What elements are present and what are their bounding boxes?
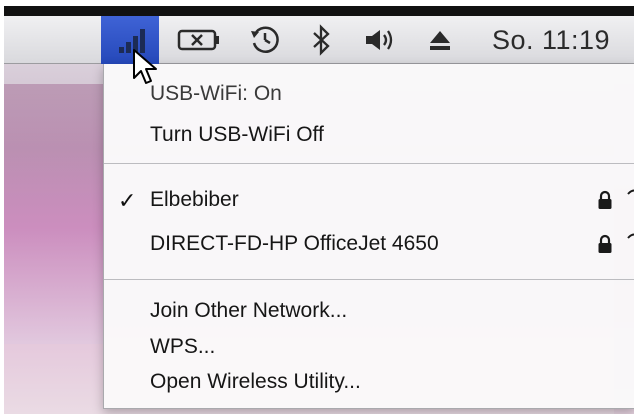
- mouse-cursor-icon: [133, 49, 157, 84]
- clock-menu-extra[interactable]: So. 11:19: [476, 16, 626, 64]
- join-other-network-item[interactable]: Join Other Network...: [104, 291, 634, 331]
- time-machine-menu-extra[interactable]: [240, 16, 290, 64]
- battery-icon: [177, 29, 219, 51]
- wifi-dropdown-menu: USB-WiFi: On Turn USB-WiFi Off ✓ Elbebib…: [103, 64, 634, 409]
- open-wireless-utility-label: Open Wireless Utility...: [150, 370, 361, 393]
- turn-wifi-off-item[interactable]: Turn USB-WiFi Off: [104, 115, 634, 155]
- open-wireless-utility-item[interactable]: Open Wireless Utility...: [104, 362, 634, 402]
- menu-separator: [104, 163, 634, 164]
- bluetooth-menu-extra[interactable]: [302, 16, 342, 64]
- checkmark-icon: ✓: [118, 188, 137, 213]
- wifi-status-item: USB-WiFi: On: [104, 74, 634, 114]
- signal-strength-icon: [627, 189, 634, 195]
- wps-label: WPS...: [150, 335, 216, 358]
- network-item-elbebiber[interactable]: ✓ Elbebiber: [104, 180, 634, 220]
- eject-icon: [430, 31, 450, 50]
- bluetooth-icon: [313, 24, 330, 56]
- time-machine-icon: [251, 26, 279, 53]
- desktop-wallpaper: [4, 84, 104, 344]
- join-other-network-label: Join Other Network...: [150, 299, 348, 322]
- turn-wifi-off-label: Turn USB-WiFi Off: [150, 123, 324, 146]
- network-name: DIRECT-FD-HP OfficeJet 4650: [150, 232, 439, 255]
- monitor-bezel: [4, 6, 634, 16]
- wifi-status-label: USB-WiFi: On: [150, 82, 282, 105]
- network-item-direct-fd-hp[interactable]: DIRECT-FD-HP OfficeJet 4650: [104, 224, 634, 264]
- clock-text: So. 11:19: [491, 24, 611, 55]
- wps-item[interactable]: WPS...: [104, 327, 634, 367]
- network-name: Elbebiber: [150, 188, 239, 211]
- eject-menu-extra[interactable]: [418, 16, 462, 64]
- lock-icon: [598, 190, 612, 209]
- menu-separator: [104, 279, 634, 280]
- volume-menu-extra[interactable]: [356, 16, 404, 64]
- menu-bar: So. 11:19: [4, 16, 634, 64]
- signal-strength-icon: [627, 233, 634, 239]
- volume-icon: [366, 30, 393, 50]
- battery-menu-extra[interactable]: [170, 16, 228, 64]
- lock-icon: [598, 234, 612, 253]
- screen-photo: So. 11:19 USB-WiFi: On Turn USB-WiFi Off…: [4, 6, 634, 414]
